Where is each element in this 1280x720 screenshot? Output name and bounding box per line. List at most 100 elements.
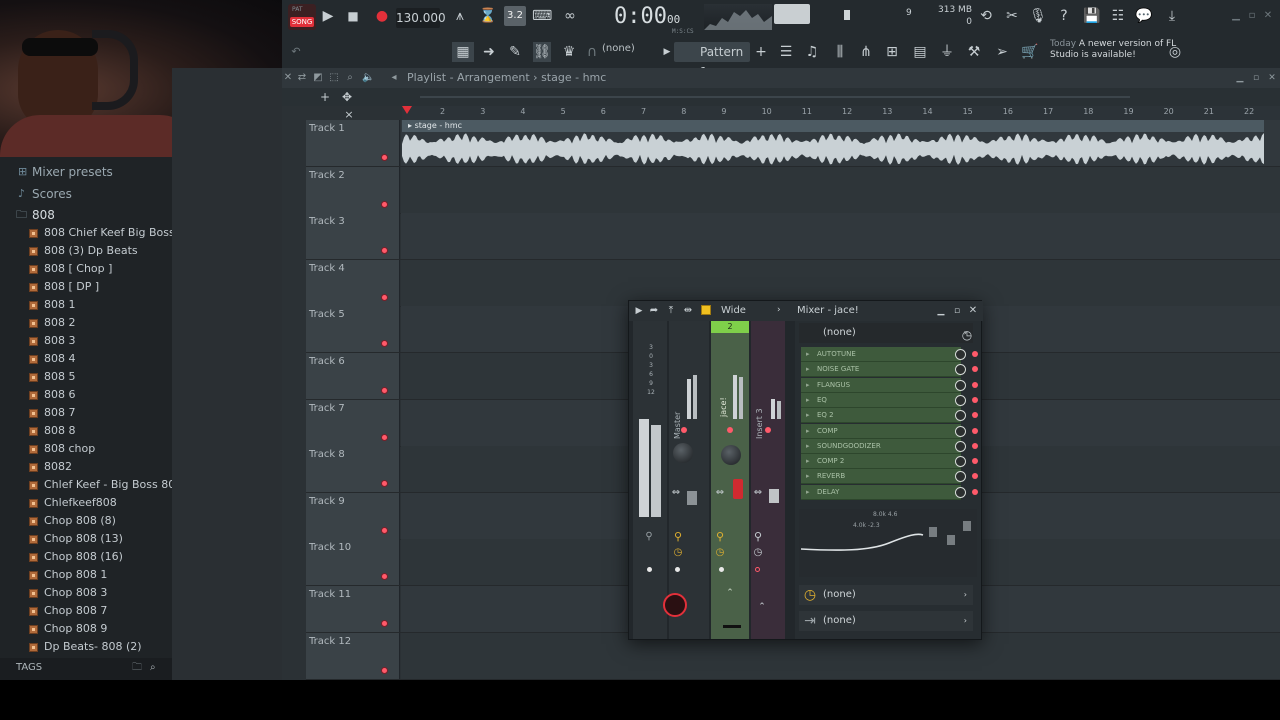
fx-expand-icon[interactable]: ▸ <box>806 485 810 500</box>
fx-mix-knob[interactable] <box>955 349 966 360</box>
browser-file-item[interactable]: 808 Chief Keef Big Boss <box>0 224 175 242</box>
fx-expand-icon[interactable]: ▸ <box>806 469 810 484</box>
master-led[interactable] <box>681 427 687 433</box>
track-header[interactable]: Track 8 <box>306 446 400 493</box>
fx-mix-knob[interactable] <box>955 440 966 452</box>
input-select[interactable]: ◷ (none) › <box>799 585 973 605</box>
browser-file-item[interactable]: 808 8 <box>0 422 172 440</box>
fx-mix-knob[interactable] <box>955 394 966 406</box>
browser-file-item[interactable]: 8082 <box>0 458 172 476</box>
browser-file-item[interactable]: 808 3 <box>0 332 172 350</box>
mixer-close-icon[interactable]: ✕ <box>967 301 979 321</box>
jace-stereo-icon[interactable]: ⇔ <box>713 483 727 503</box>
browser-file-item[interactable]: Chop 808 7 <box>0 602 172 620</box>
fx-enable-led[interactable] <box>972 366 978 373</box>
pat-song-toggle[interactable]: PAT SONG <box>288 4 316 30</box>
jace-pan-knob[interactable] <box>721 445 741 465</box>
pencil-tool-icon[interactable]: ✎ <box>506 42 524 62</box>
fx-enable-led[interactable] <box>972 473 978 480</box>
add-pattern-icon[interactable]: + <box>754 42 768 62</box>
track-lane[interactable] <box>401 213 1280 260</box>
snap-icon[interactable]: ↶ <box>288 42 304 62</box>
fx-enable-led[interactable] <box>972 351 978 357</box>
browser-file-item[interactable]: 808 4 <box>0 350 172 368</box>
play-icon[interactable]: ▶ <box>320 6 336 26</box>
playhead-marker[interactable] <box>402 106 412 114</box>
close-app-icon[interactable]: ✕ <box>1262 6 1274 26</box>
magnet-icon[interactable]: ∩ <box>585 42 599 62</box>
browser-file-item[interactable]: Chop 808 (8) <box>0 512 172 530</box>
browser-file-item[interactable]: Chop 808 (13) <box>0 530 172 548</box>
track-mute-led[interactable] <box>381 620 388 627</box>
link-icon[interactable]: ⛓ <box>533 42 551 62</box>
track-header[interactable]: Track 11 <box>306 586 400 632</box>
fx-slot[interactable]: ▸ COMP 2 <box>801 454 978 470</box>
track-header[interactable]: Track 10 <box>306 539 400 586</box>
zoom-icon[interactable]: ⌕ <box>344 68 356 88</box>
insert3-stereo-icon[interactable]: ⇔ <box>751 483 765 503</box>
browser-file-item[interactable]: 808 chop <box>0 440 172 458</box>
fx-mix-knob[interactable] <box>955 379 966 391</box>
tempo-display[interactable]: 130.000 <box>396 8 446 28</box>
browser-file-item[interactable]: 808 [ Chop ] <box>0 260 172 278</box>
template-icon[interactable]: ▤ <box>910 42 930 62</box>
fx-enable-led[interactable] <box>972 458 978 465</box>
paint-icon[interactable]: ◩ <box>312 68 324 88</box>
output-arrow-icon[interactable]: › <box>964 611 967 631</box>
fx-slot[interactable]: ▸ REVERB <box>801 469 978 485</box>
browser-folder-808[interactable]: 🗀 808 <box>0 206 172 224</box>
fx-expand-icon[interactable]: ▸ <box>806 378 810 393</box>
audio-clip[interactable]: ▸ stage - hmc <box>402 120 1264 166</box>
fx-slot[interactable]: ▸ COMP <box>801 423 978 439</box>
horizontal-scrollbar[interactable] <box>420 96 1130 98</box>
browser-file-item[interactable]: 808 (3) Dp Beats <box>0 242 172 260</box>
undo-icon[interactable]: ⟲ <box>976 6 996 26</box>
track-lane[interactable] <box>401 166 1280 213</box>
master-send-knob[interactable] <box>663 593 687 617</box>
input-arrow-icon[interactable]: › <box>964 585 967 605</box>
arrows-icon[interactable]: ⇄ <box>296 68 308 88</box>
playlist-maximize-icon[interactable]: ▫ <box>1250 68 1262 88</box>
maximize-icon[interactable]: ▫ <box>1246 6 1258 26</box>
playlist-close-icon[interactable]: ✕ <box>1266 68 1278 88</box>
fx-enable-led[interactable] <box>972 396 978 403</box>
play-small-icon[interactable]: ◂ <box>388 68 400 88</box>
mixer-preset-select[interactable]: (none) › <box>799 323 973 343</box>
master-pan-knob[interactable] <box>673 443 693 463</box>
mixer-upload-icon[interactable]: ⤒ <box>665 301 677 321</box>
fx-expand-icon[interactable]: ▸ <box>806 393 810 408</box>
mixer-maximize-icon[interactable]: ▫ <box>951 301 963 321</box>
folder-icon[interactable]: 🗀 <box>132 658 142 678</box>
fx-enable-led[interactable] <box>972 427 978 434</box>
browser-file-item[interactable]: Chop 808 1 <box>0 566 172 584</box>
timeline-ruler[interactable]: 2 3 4 5 6 7 8 9 10 11 12 13 14 15 16 17 18 19 20 21 22 <box>402 106 1280 120</box>
mixer-strip-insert3[interactable]: Insert 3 ⇔ ⚲ ◷ ⌃ <box>751 321 785 639</box>
fx-expand-icon[interactable]: ▸ <box>806 408 810 423</box>
master-stereo-icon[interactable]: ⇔ <box>669 483 683 503</box>
mixer-mode[interactable]: Wide <box>721 305 746 316</box>
loop-record-icon[interactable]: ∞ <box>560 6 580 26</box>
step-edit-display[interactable]: 3.2 <box>504 6 526 26</box>
plugin-picker-icon[interactable]: ⊞ <box>882 42 902 62</box>
fx-enable-led[interactable] <box>972 381 978 388</box>
browser-file-item[interactable]: 808 6 <box>0 386 172 404</box>
playlist-icon[interactable]: ▦ <box>452 42 474 62</box>
track-mute-led[interactable] <box>381 526 388 534</box>
fx-mix-knob[interactable] <box>955 456 966 468</box>
track-header[interactable]: Track 6 <box>306 353 400 399</box>
fx-expand-icon[interactable]: ▸ <box>806 439 810 454</box>
browser-file-item[interactable]: Chop 808 (16) <box>0 548 172 566</box>
cut-icon[interactable]: ✂ <box>1002 6 1022 26</box>
jace-led[interactable] <box>727 427 733 433</box>
arrow-tool-icon[interactable]: ➜ <box>480 42 498 62</box>
master-fader[interactable] <box>687 491 697 505</box>
eq-band-2[interactable] <box>947 535 955 545</box>
mixer-link-icon[interactable]: ⇹ <box>681 301 695 321</box>
channel-rack-icon[interactable]: ☰ <box>776 42 796 62</box>
mixer-send-icon[interactable]: ➦ <box>647 301 661 321</box>
track-mute-led[interactable] <box>381 480 388 488</box>
help-icon[interactable]: ? <box>1054 6 1074 26</box>
fx-expand-icon[interactable]: ▸ <box>806 362 810 377</box>
fx-slot[interactable]: ▸ FLANGUS <box>801 377 978 393</box>
track-header[interactable]: Track 2 <box>306 166 400 213</box>
